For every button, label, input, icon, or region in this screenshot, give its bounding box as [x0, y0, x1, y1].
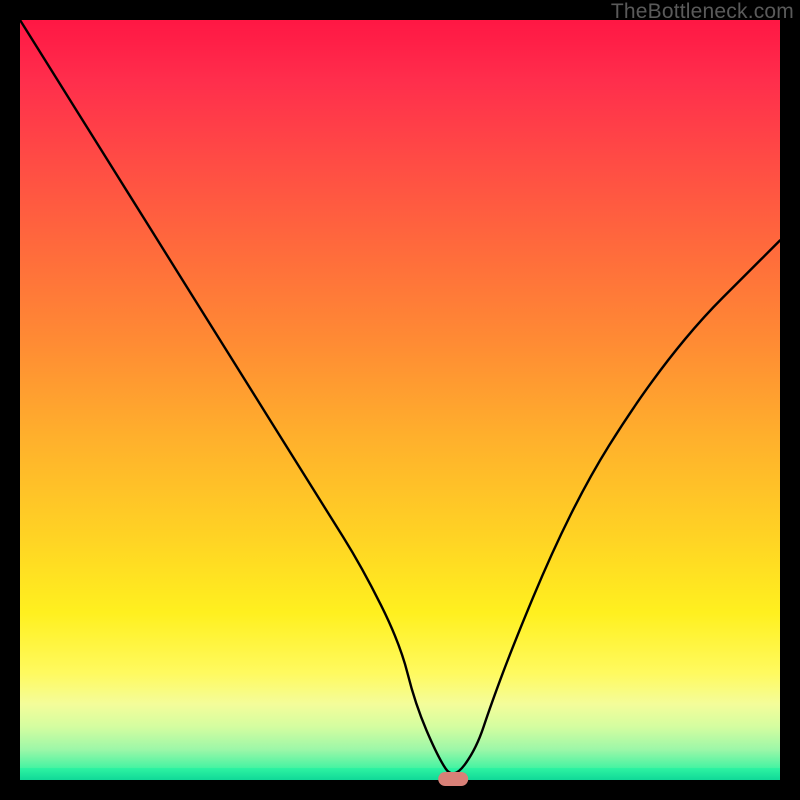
plot-area: [20, 20, 780, 780]
minimum-marker: [438, 772, 468, 786]
bottleneck-curve: [20, 20, 780, 780]
chart-stage: TheBottleneck.com: [0, 0, 800, 800]
curve-path: [20, 20, 780, 773]
